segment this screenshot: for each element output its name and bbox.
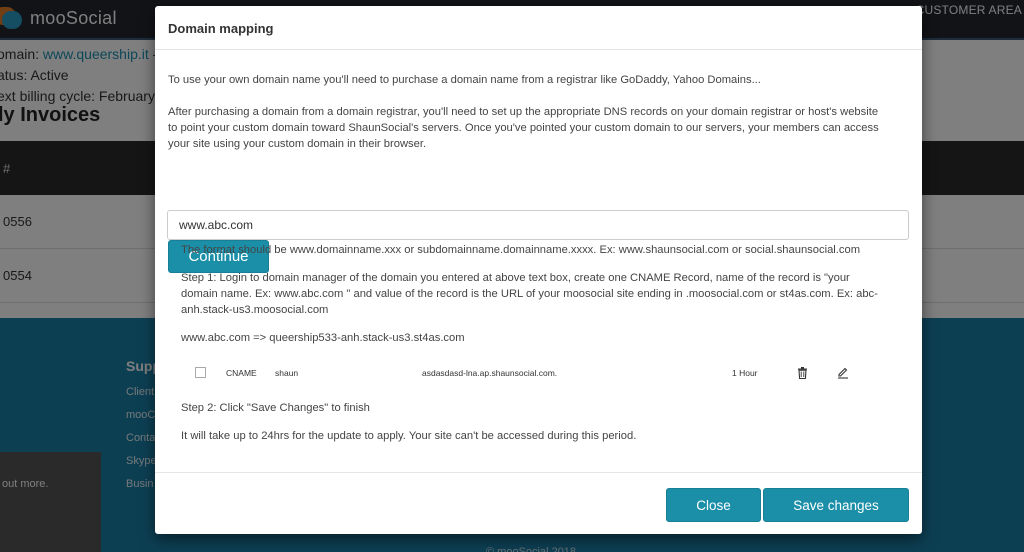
mapping-example: www.abc.com => queership533-anh.stack-us… [181, 332, 465, 344]
step1-line-3: anh.stack-us3.moosocial.com [181, 304, 329, 316]
dns-record-row: CNAME shaun asdasdasd-lna.ap.shaunsocial… [195, 366, 855, 384]
save-changes-button[interactable]: Save changes [763, 488, 909, 522]
domain-mapping-modal: Domain mapping To use your own domain na… [155, 6, 922, 534]
format-hint: The format should be www.domainname.xxx … [181, 244, 861, 256]
intro-text: To use your own domain name you'll need … [168, 74, 761, 86]
dns-info-line-3: your site using your custom domain in th… [168, 138, 427, 150]
modal-title: Domain mapping [168, 21, 274, 36]
modal-footer: Close Save changes [155, 473, 922, 533]
domain-input[interactable] [167, 210, 909, 240]
close-button[interactable]: Close [666, 488, 761, 522]
record-type: CNAME [226, 368, 257, 378]
step2-text: Step 2: Click "Save Changes" to finish [181, 402, 370, 414]
step1-line-2: domain name. Ex: www.abc.com " and value… [181, 288, 878, 300]
dns-info-line-1: After purchasing a domain from a domain … [168, 106, 879, 118]
dns-info-line-2: to point your custom domain toward Shaun… [168, 122, 879, 134]
modal-body: To use your own domain name you'll need … [155, 50, 922, 473]
record-name: shaun [275, 368, 299, 378]
record-ttl: 1 Hour [732, 368, 758, 378]
trash-icon[interactable] [795, 366, 809, 380]
record-value: asdasdasd-lna.ap.shaunsocial.com. [422, 368, 558, 378]
edit-pencil-icon[interactable] [836, 366, 850, 380]
notice-text: It will take up to 24hrs for the update … [181, 430, 637, 442]
step1-line-1: Step 1: Login to domain manager of the d… [181, 272, 850, 284]
record-checkbox[interactable] [195, 367, 206, 378]
modal-header: Domain mapping [155, 6, 922, 50]
